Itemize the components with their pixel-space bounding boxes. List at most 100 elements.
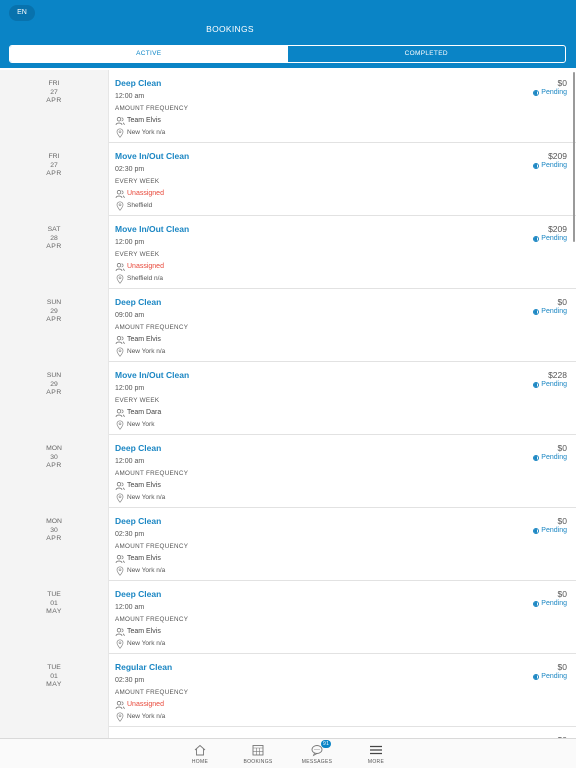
booking-summary: $0 Pending (533, 443, 567, 461)
location-pin-icon (116, 493, 124, 503)
booking-location-text: New York n/a (127, 348, 166, 355)
booking-status-label: Pending (541, 454, 567, 461)
booking-team-name: Unassigned (127, 263, 164, 270)
booking-date: FRI 27 APR (0, 70, 109, 143)
tabbar-home[interactable]: HOME (175, 743, 225, 765)
booking-team-name: Team Elvis (127, 117, 161, 124)
booking-row[interactable]: TUE 01 MAY Deep Clean 12:00 am AMOUNT FREQUEN… (0, 581, 576, 654)
page-title: BOOKINGS (206, 24, 254, 34)
location-pin-icon (116, 712, 124, 722)
booking-day-number: 27 (50, 88, 58, 96)
booking-location: New York n/a (115, 711, 445, 723)
booking-service-name[interactable]: Move In/Out Clean (115, 151, 445, 163)
booking-price: $0 (557, 589, 567, 599)
booking-location-text: New York (127, 421, 155, 428)
booking-status-label: Pending (541, 381, 567, 388)
booking-row[interactable]: FRI 27 APR Move In/Out Clean 02:30 pm EVERY W… (0, 143, 576, 216)
booking-day-of-week: MON (46, 445, 62, 452)
scrollbar[interactable] (573, 72, 575, 242)
booking-row[interactable]: SUN 29 APR Deep Clean 09:00 am AMOUNT FREQUEN… (0, 289, 576, 362)
booking-status-label: Pending (541, 308, 567, 315)
tabbar-more[interactable]: MORE (351, 743, 401, 765)
booking-day-number: 29 (50, 380, 58, 388)
booking-row[interactable]: FRI 27 APR Deep Clean 12:00 am AMOUNT FREQUEN… (0, 70, 576, 143)
language-button[interactable]: EN (9, 5, 35, 21)
tabbar-bookings-label: BOOKINGS (243, 759, 273, 765)
booking-row[interactable]: SAT 28 APR Move In/Out Clean 12:00 pm EVERY W… (0, 216, 576, 289)
booking-date: MON 30 APR (0, 435, 109, 508)
booking-status-label: Pending (541, 162, 567, 169)
booking-day-of-week: SUN (46, 372, 62, 379)
tabbar-messages[interactable]: 91 MESSAGES (292, 740, 342, 765)
booking-status: Pending (533, 235, 567, 242)
team-icon (115, 190, 125, 199)
tabbar-bookings[interactable]: BOOKINGS (233, 743, 283, 765)
booking-team: Unassigned (115, 699, 445, 711)
booking-details: Deep Clean 12:00 am AMOUNT FREQUENCY Team E… (115, 443, 445, 504)
booking-date: TUE 01 MAY (0, 581, 109, 654)
booking-team: Team Elvis (115, 334, 445, 346)
booking-service-name[interactable]: Regular Clean (115, 662, 445, 674)
booking-summary: $209 Pending (533, 151, 567, 169)
booking-price: $209 (548, 224, 567, 234)
booking-location: New York n/a (115, 346, 445, 358)
booking-service-name[interactable]: Deep Clean (115, 78, 445, 90)
booking-details: Deep Clean 12:00 am AMOUNT FREQUENCY Team E… (115, 589, 445, 650)
app-header: EN BOOKINGS ACTIVE COMPLETED (0, 0, 576, 68)
booking-status: Pending (533, 162, 567, 169)
booking-location-text: Sheffield n/a (127, 275, 164, 282)
booking-service-name[interactable]: Deep Clean (115, 297, 445, 309)
booking-row[interactable]: $0 (0, 727, 576, 738)
booking-row[interactable]: SUN 29 APR Move In/Out Clean 12:00 pm EVERY W… (0, 362, 576, 435)
booking-day-number: 01 (50, 599, 58, 607)
booking-day-of-week: TUE (47, 664, 61, 671)
booking-location-text: New York n/a (127, 129, 166, 136)
booking-location: New York n/a (115, 565, 445, 577)
booking-time: 09:00 am (115, 312, 145, 319)
booking-date: SAT 28 APR (0, 216, 109, 289)
booking-service-name[interactable]: Deep Clean (115, 589, 445, 601)
location-pin-icon (116, 566, 124, 576)
booking-frequency: AMOUNT FREQUENCY (115, 324, 189, 331)
booking-time: 02:30 pm (115, 677, 145, 684)
tab-active[interactable]: ACTIVE (10, 46, 288, 62)
bottom-tab-bar: HOME BOOKINGS 91 MESSAGES MORE (0, 738, 576, 768)
booking-service-name[interactable]: Deep Clean (115, 516, 445, 528)
team-icon (115, 336, 125, 345)
booking-status-label: Pending (541, 600, 567, 607)
booking-team: Team Elvis (115, 115, 445, 127)
booking-date (0, 727, 109, 738)
booking-service-name[interactable]: Deep Clean (115, 443, 445, 455)
booking-month: APR (46, 462, 62, 469)
booking-time: 12:00 am (115, 458, 145, 465)
booking-service-name[interactable]: Move In/Out Clean (115, 224, 445, 236)
bookings-list: FRI 27 APR Deep Clean 12:00 am AMOUNT FREQUEN… (0, 70, 576, 738)
booking-frequency: AMOUNT FREQUENCY (115, 689, 189, 696)
booking-location: New York n/a (115, 492, 445, 504)
booking-service-name[interactable]: Move In/Out Clean (115, 370, 445, 382)
booking-time: 12:00 pm (115, 385, 145, 392)
pending-status-icon (533, 600, 540, 607)
pending-status-icon (533, 308, 540, 315)
team-icon (115, 628, 125, 637)
booking-team-name: Team Elvis (127, 628, 161, 635)
booking-row[interactable]: TUE 01 MAY Regular Clean 02:30 pm AMOUNT FREQ… (0, 654, 576, 727)
booking-row[interactable]: MON 30 APR Deep Clean 12:00 am AMOUNT FREQUEN… (0, 435, 576, 508)
booking-frequency: EVERY WEEK (115, 251, 160, 258)
booking-details: Move In/Out Clean 12:00 pm EVERY WEEK Unass… (115, 224, 445, 285)
booking-day-of-week: FRI (48, 80, 60, 87)
booking-details: Deep Clean 02:30 pm AMOUNT FREQUENCY Team E… (115, 516, 445, 577)
booking-row[interactable]: MON 30 APR Deep Clean 02:30 pm AMOUNT FREQUEN… (0, 508, 576, 581)
booking-month: APR (46, 316, 62, 323)
booking-frequency: AMOUNT FREQUENCY (115, 470, 189, 477)
location-pin-icon (116, 639, 124, 649)
booking-day-number: 29 (50, 307, 58, 315)
tab-completed[interactable]: COMPLETED (288, 46, 566, 62)
booking-day-number: 27 (50, 161, 58, 169)
booking-team: Team Elvis (115, 553, 445, 565)
booking-details: Move In/Out Clean 12:00 pm EVERY WEEK Team … (115, 370, 445, 431)
menu-icon (370, 745, 382, 755)
booking-summary: $209 Pending (533, 224, 567, 242)
booking-status: Pending (533, 308, 567, 315)
booking-team: Unassigned (115, 261, 445, 273)
